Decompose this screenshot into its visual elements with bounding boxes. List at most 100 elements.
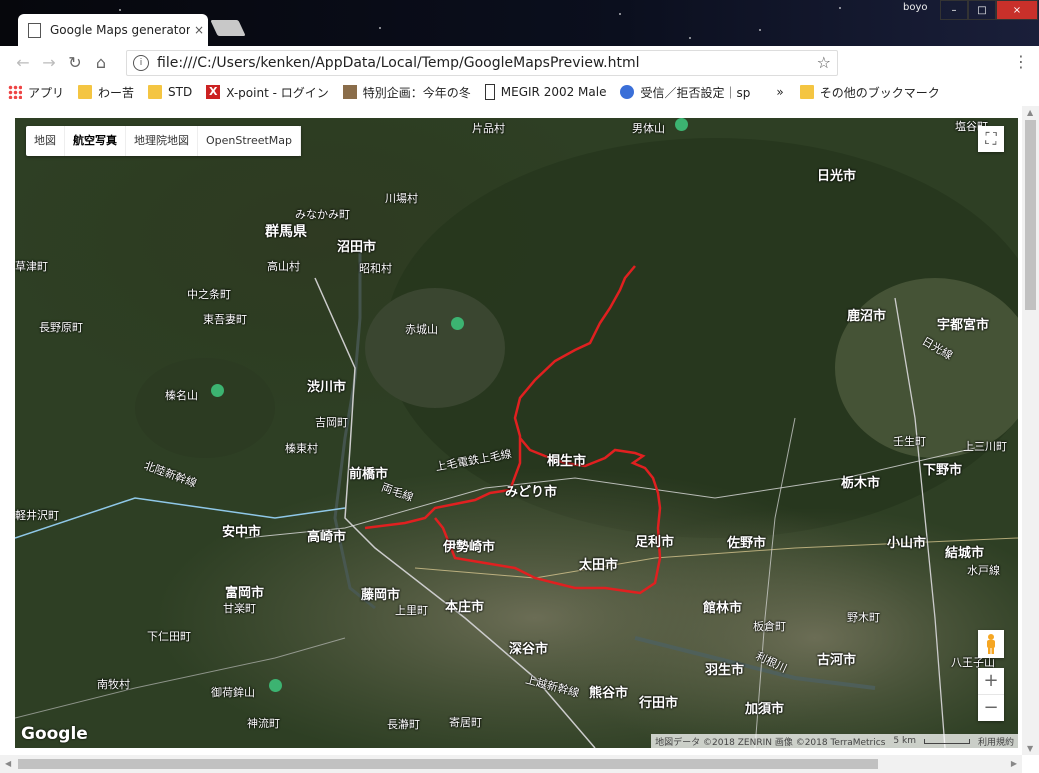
label-kaminokawa: 上三川町 bbox=[963, 440, 1007, 453]
horizontal-scroll-thumb[interactable] bbox=[18, 759, 878, 769]
close-button[interactable]: × bbox=[996, 0, 1038, 20]
reload-button[interactable]: ↻ bbox=[62, 53, 88, 72]
zoom-in-button[interactable]: + bbox=[978, 668, 1004, 694]
label-sano: 佐野市 bbox=[727, 536, 767, 551]
map-attribution: 地図データ ©2018 ZENRIN 画像 ©2018 TerraMetrics… bbox=[651, 734, 1018, 748]
label-takasaki: 高崎市 bbox=[307, 530, 347, 545]
label-shinto: 榛東村 bbox=[285, 442, 318, 455]
zoom-out-button[interactable]: − bbox=[978, 694, 1004, 721]
label-kamisato: 上里町 bbox=[395, 604, 428, 617]
bookmark-wakku[interactable]: わー苦 bbox=[78, 84, 134, 101]
fullscreen-icon: ⛶ bbox=[985, 129, 997, 148]
label-honjo: 本庄市 bbox=[445, 600, 485, 615]
bookmarks-overflow-button[interactable]: » bbox=[776, 85, 783, 99]
label-kamikawa: 神流町 bbox=[247, 717, 280, 730]
scroll-right-arrow-icon[interactable]: ▶ bbox=[1011, 759, 1017, 768]
label-oyama: 小山市 bbox=[887, 536, 927, 551]
bookmark-apps[interactable]: アプリ bbox=[8, 84, 64, 101]
bookmark-megir[interactable]: MEGIR 2002 Male bbox=[484, 84, 606, 100]
vertical-scrollbar[interactable]: ▲ ▼ bbox=[1022, 106, 1039, 755]
label-annaka: 安中市 bbox=[222, 525, 262, 540]
map-type-osm[interactable]: OpenStreetMap bbox=[198, 126, 302, 156]
home-button[interactable]: ⌂ bbox=[88, 53, 114, 72]
map-type-roadmap[interactable]: 地図 bbox=[26, 126, 65, 156]
url-text[interactable]: file:///C:/Users/kenken/AppData/Local/Te… bbox=[157, 55, 640, 71]
label-ota: 太田市 bbox=[579, 558, 619, 573]
label-nantai: 男体山 bbox=[632, 122, 665, 135]
document-icon bbox=[28, 22, 41, 38]
label-nikko: 日光市 bbox=[817, 169, 857, 184]
horizontal-scrollbar[interactable]: ◀ ▶ bbox=[0, 755, 1022, 773]
scroll-up-arrow-icon[interactable]: ▲ bbox=[1027, 108, 1033, 117]
forward-button[interactable]: → bbox=[36, 53, 62, 72]
page-viewport: 群馬県 沼田市 みなかみ町 川場村 昭和村 高山村 片品村 中之条町 東吾妻町 … bbox=[0, 106, 1039, 773]
label-higashiagatsuma: 東吾妻町 bbox=[203, 313, 247, 326]
profile-name[interactable]: boyo bbox=[903, 2, 928, 13]
label-shimotsuke: 下野市 bbox=[923, 463, 963, 478]
scale-bar[interactable]: 5 km bbox=[893, 736, 916, 746]
address-bar[interactable]: i file:///C:/Users/kenken/AppData/Local/… bbox=[126, 50, 838, 76]
label-fujioka: 藤岡市 bbox=[361, 588, 401, 603]
scroll-down-arrow-icon[interactable]: ▼ bbox=[1027, 744, 1033, 753]
label-yuki: 結城市 bbox=[945, 546, 985, 561]
street-view-pegman-button[interactable] bbox=[978, 630, 1004, 658]
bookmark-star-icon[interactable]: ☆ bbox=[817, 53, 831, 72]
label-nanmoku: 南牧村 bbox=[97, 678, 130, 691]
folder-icon bbox=[78, 85, 93, 99]
label-koga: 古河市 bbox=[817, 653, 857, 668]
label-kazo: 加須市 bbox=[745, 702, 785, 717]
back-button[interactable]: ← bbox=[10, 53, 36, 72]
fullscreen-button[interactable]: ⛶ bbox=[978, 126, 1004, 152]
bookmark-std[interactable]: STD bbox=[148, 85, 192, 99]
attribution-text: 地図データ ©2018 ZENRIN 画像 ©2018 TerraMetrics bbox=[655, 737, 886, 748]
tab-close-icon[interactable]: × bbox=[194, 23, 204, 37]
label-mitokaido: 水戸線 bbox=[967, 564, 1000, 577]
terms-link[interactable]: 利用規約 bbox=[978, 735, 1014, 748]
title-bar: Google Maps generator × boyo – □ × bbox=[0, 0, 1039, 46]
label-kanra: 甘楽町 bbox=[223, 602, 256, 615]
folder-icon bbox=[799, 85, 814, 99]
info-icon[interactable]: i bbox=[133, 55, 149, 71]
browser-toolbar: ← → ↻ ⌂ i file:///C:/Users/kenken/AppDat… bbox=[0, 46, 1039, 116]
label-shibukawa: 渋川市 bbox=[307, 380, 347, 395]
label-yorii: 寄居町 bbox=[449, 716, 482, 729]
maximize-button[interactable]: □ bbox=[968, 0, 996, 20]
bookmark-special[interactable]: 特別企画：今年の冬 bbox=[342, 84, 471, 101]
label-karuizawa: 軽井沢町 bbox=[15, 509, 59, 522]
label-showa: 昭和村 bbox=[359, 262, 392, 275]
label-nagatoro: 長瀞町 bbox=[387, 718, 420, 731]
window-controls: – □ × bbox=[940, 0, 1038, 20]
pegman-icon bbox=[987, 634, 995, 654]
vertical-scroll-thumb[interactable] bbox=[1025, 120, 1036, 310]
label-fukaya: 深谷市 bbox=[509, 642, 549, 657]
label-naganohara: 長野原町 bbox=[39, 321, 83, 334]
scroll-left-arrow-icon[interactable]: ◀ bbox=[5, 759, 11, 768]
minimize-button[interactable]: – bbox=[940, 0, 968, 20]
x-icon: X bbox=[206, 85, 221, 99]
bookmark-other[interactable]: その他のブックマーク bbox=[799, 84, 940, 101]
map-type-satellite[interactable]: 航空写真 bbox=[65, 126, 126, 156]
menu-icon[interactable]: ⋮ bbox=[1008, 52, 1034, 71]
browser-tab[interactable]: Google Maps generator × bbox=[18, 14, 208, 46]
bookmark-reception[interactable]: 受信／拒否設定｜sp bbox=[620, 84, 750, 101]
label-tomioka: 富岡市 bbox=[225, 586, 265, 601]
label-akagi: 赤城山 bbox=[405, 323, 438, 336]
bookmark-xpoint[interactable]: X X-point - ログイン bbox=[206, 84, 329, 101]
map-type-gsi[interactable]: 地理院地図 bbox=[126, 126, 198, 156]
tab-title: Google Maps generator bbox=[50, 23, 190, 37]
label-midori: みどり市 bbox=[505, 485, 558, 500]
label-utsunomiya: 宇都宮市 bbox=[937, 318, 990, 333]
site-icon bbox=[342, 85, 357, 99]
map-canvas[interactable]: 群馬県 沼田市 みなかみ町 川場村 昭和村 高山村 片品村 中之条町 東吾妻町 … bbox=[15, 118, 1018, 748]
label-katashina: 片品村 bbox=[472, 122, 505, 135]
label-gunma: 群馬県 bbox=[265, 224, 307, 240]
label-kawaba: 川場村 bbox=[385, 192, 418, 205]
label-kanuma: 鹿沼市 bbox=[847, 309, 887, 324]
new-tab-button[interactable] bbox=[210, 20, 246, 36]
label-hanyu: 羽生市 bbox=[705, 663, 745, 678]
label-nakanojo: 中之条町 bbox=[187, 288, 231, 301]
label-maebashi: 前橋市 bbox=[349, 467, 389, 482]
label-ashikaga: 足利市 bbox=[635, 535, 675, 550]
site-icon bbox=[620, 85, 635, 99]
map-type-control: 地図 航空写真 地理院地図 OpenStreetMap bbox=[26, 126, 302, 156]
